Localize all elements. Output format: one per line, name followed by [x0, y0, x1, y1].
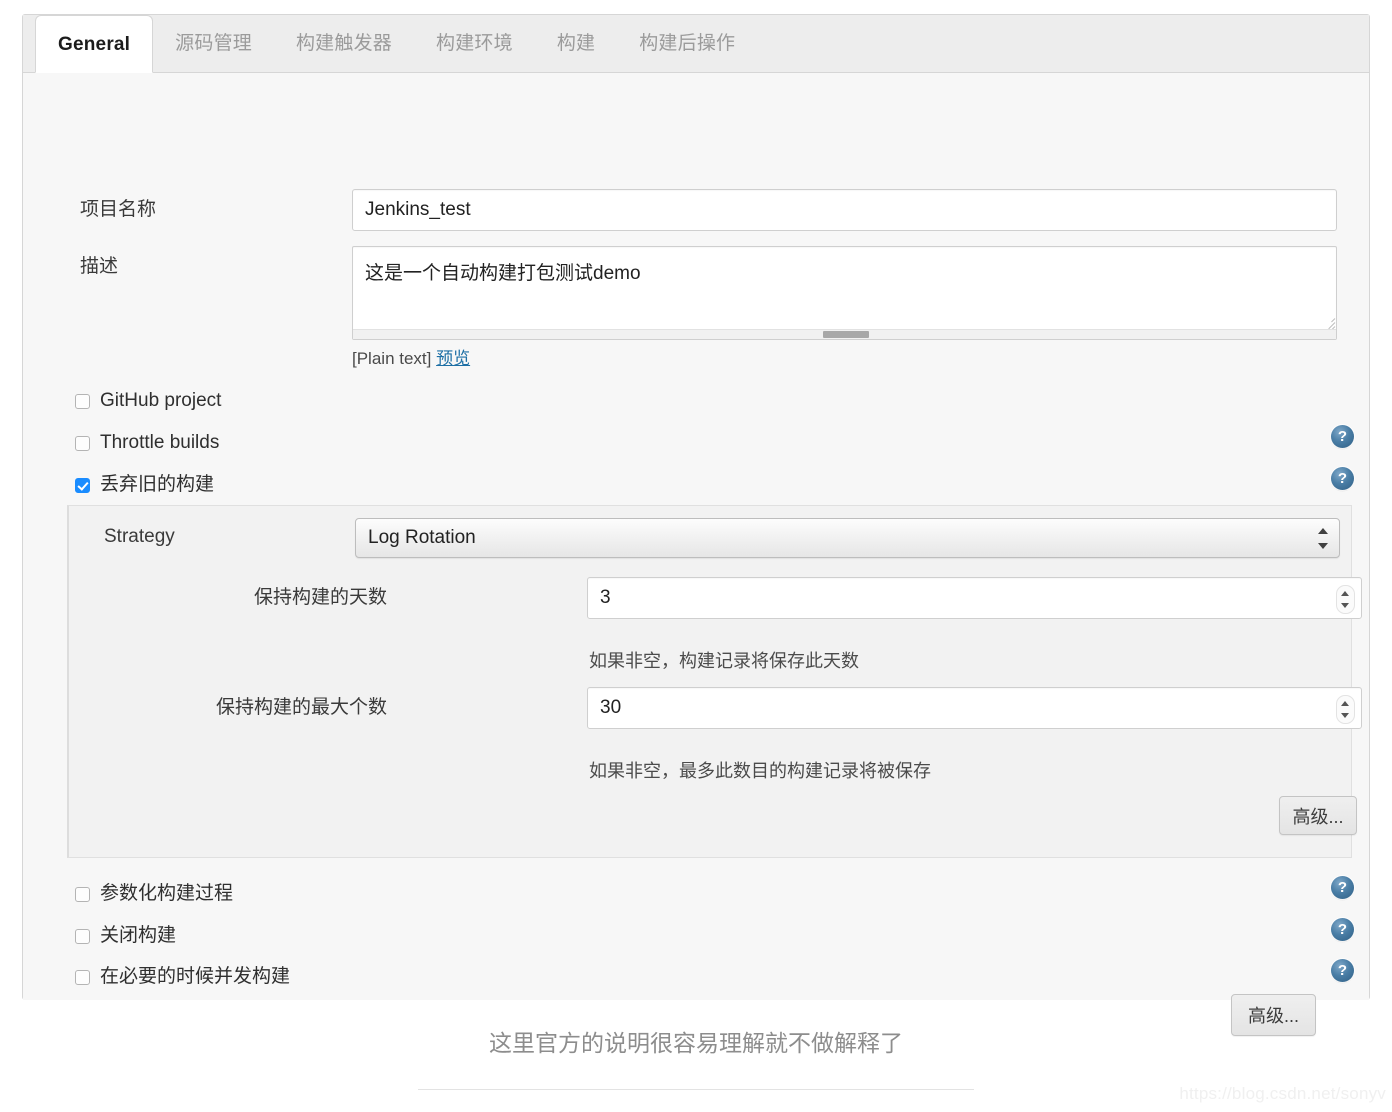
tab-build-triggers[interactable]: 构建触发器 [274, 15, 414, 72]
days-to-keep-label: 保持构建的天数 [253, 587, 387, 608]
project-name-input[interactable] [352, 189, 1337, 231]
markup-type-label: [Plain text] [352, 349, 432, 368]
days-to-keep-input[interactable] [588, 578, 1323, 618]
checkbox-row-parameterized-build[interactable]: 参数化构建过程 [75, 882, 233, 906]
parameterized-build-label[interactable]: 参数化构建过程 [100, 882, 233, 906]
checkbox-row-concurrent-build[interactable]: 在必要的时候并发构建 [75, 965, 290, 989]
concurrent-build-checkbox[interactable] [75, 969, 90, 985]
markup-type-line: [Plain text] 预览 [352, 348, 470, 370]
strategy-select[interactable]: Log Rotation [355, 518, 1340, 558]
tab-post-build-actions[interactable]: 构建后操作 [617, 15, 757, 72]
max-builds-to-keep-help-text: 如果非空，最多此数目的构建记录将被保存 [589, 761, 931, 781]
days-to-keep-field[interactable] [587, 577, 1362, 619]
tab-build-environment[interactable]: 构建环境 [414, 15, 535, 72]
discard-old-builds-label[interactable]: 丢弃旧的构建 [100, 473, 214, 497]
help-question-icon-discard-old-builds[interactable] [1331, 467, 1354, 490]
github-project-checkbox[interactable] [75, 393, 90, 409]
help-question-icon-concurrent-build[interactable] [1331, 959, 1354, 982]
checkbox-row-github-project[interactable]: GitHub project [75, 389, 221, 413]
help-question-icon-parameterized-build[interactable] [1331, 876, 1354, 899]
job-config-panel: General 源码管理 构建触发器 构建环境 构建 构建后操作 项目名称 描述… [22, 14, 1370, 1036]
max-builds-to-keep-input[interactable] [588, 688, 1323, 728]
tab-general[interactable]: General [35, 15, 154, 73]
caption-divider [418, 1089, 974, 1090]
scrollbar-thumb[interactable] [823, 331, 869, 338]
max-builds-to-keep-stepper[interactable] [1336, 695, 1355, 724]
throttle-builds-checkbox[interactable] [75, 435, 90, 451]
page-caption: 这里官方的说明很容易理解就不做解释了 [489, 1030, 903, 1056]
max-builds-to-keep-field[interactable] [587, 687, 1362, 729]
strategy-label: Strategy [104, 526, 175, 547]
description-label: 描述 [80, 256, 119, 277]
parameterized-build-checkbox[interactable] [75, 886, 90, 902]
tab-source-code-management[interactable]: 源码管理 [153, 15, 274, 72]
checkbox-row-discard-old-builds[interactable]: 丢弃旧的构建 [75, 473, 214, 497]
discard-old-builds-checkbox[interactable] [75, 477, 90, 493]
strategy-select-value: Log Rotation [368, 527, 476, 548]
concurrent-build-label[interactable]: 在必要的时候并发构建 [100, 965, 290, 989]
chevron-up-down-icon [1318, 528, 1328, 549]
config-tab-bar: General 源码管理 构建触发器 构建环境 构建 构建后操作 [23, 15, 1369, 73]
checkbox-row-disable-build[interactable]: 关闭构建 [75, 924, 176, 948]
tab-build[interactable]: 构建 [535, 15, 617, 72]
description-textarea[interactable]: 这是一个自动构建打包测试demo [352, 246, 1337, 340]
help-question-icon-throttle-builds[interactable] [1331, 425, 1354, 448]
disable-build-checkbox[interactable] [75, 928, 90, 944]
watermark-text: https://blog.csdn.net/sonyv [1179, 1084, 1386, 1103]
preview-link[interactable]: 预览 [436, 349, 470, 368]
checkbox-row-throttle-builds[interactable]: Throttle builds [75, 431, 219, 455]
description-field-wrap: 这是一个自动构建打包测试demo [352, 246, 1337, 340]
days-to-keep-stepper[interactable] [1336, 585, 1355, 614]
project-name-label: 项目名称 [80, 199, 157, 220]
strategy-advanced-button[interactable]: 高级... [1279, 796, 1357, 835]
days-to-keep-help-text: 如果非空，构建记录将保存此天数 [589, 651, 859, 671]
disable-build-label[interactable]: 关闭构建 [100, 924, 176, 948]
log-rotation-settings-panel: Strategy Log Rotation 保持构建的天数 如果非空，构建记录将… [67, 505, 1362, 858]
help-question-icon-disable-build[interactable] [1331, 918, 1354, 941]
max-builds-to-keep-label: 保持构建的最大个数 [215, 697, 387, 718]
github-project-label[interactable]: GitHub project [100, 389, 221, 413]
throttle-builds-label[interactable]: Throttle builds [100, 431, 219, 455]
general-form: 项目名称 描述 这是一个自动构建打包测试demo [Plain text] 预览… [23, 73, 1369, 1036]
description-horizontal-scrollbar[interactable] [353, 329, 1336, 339]
